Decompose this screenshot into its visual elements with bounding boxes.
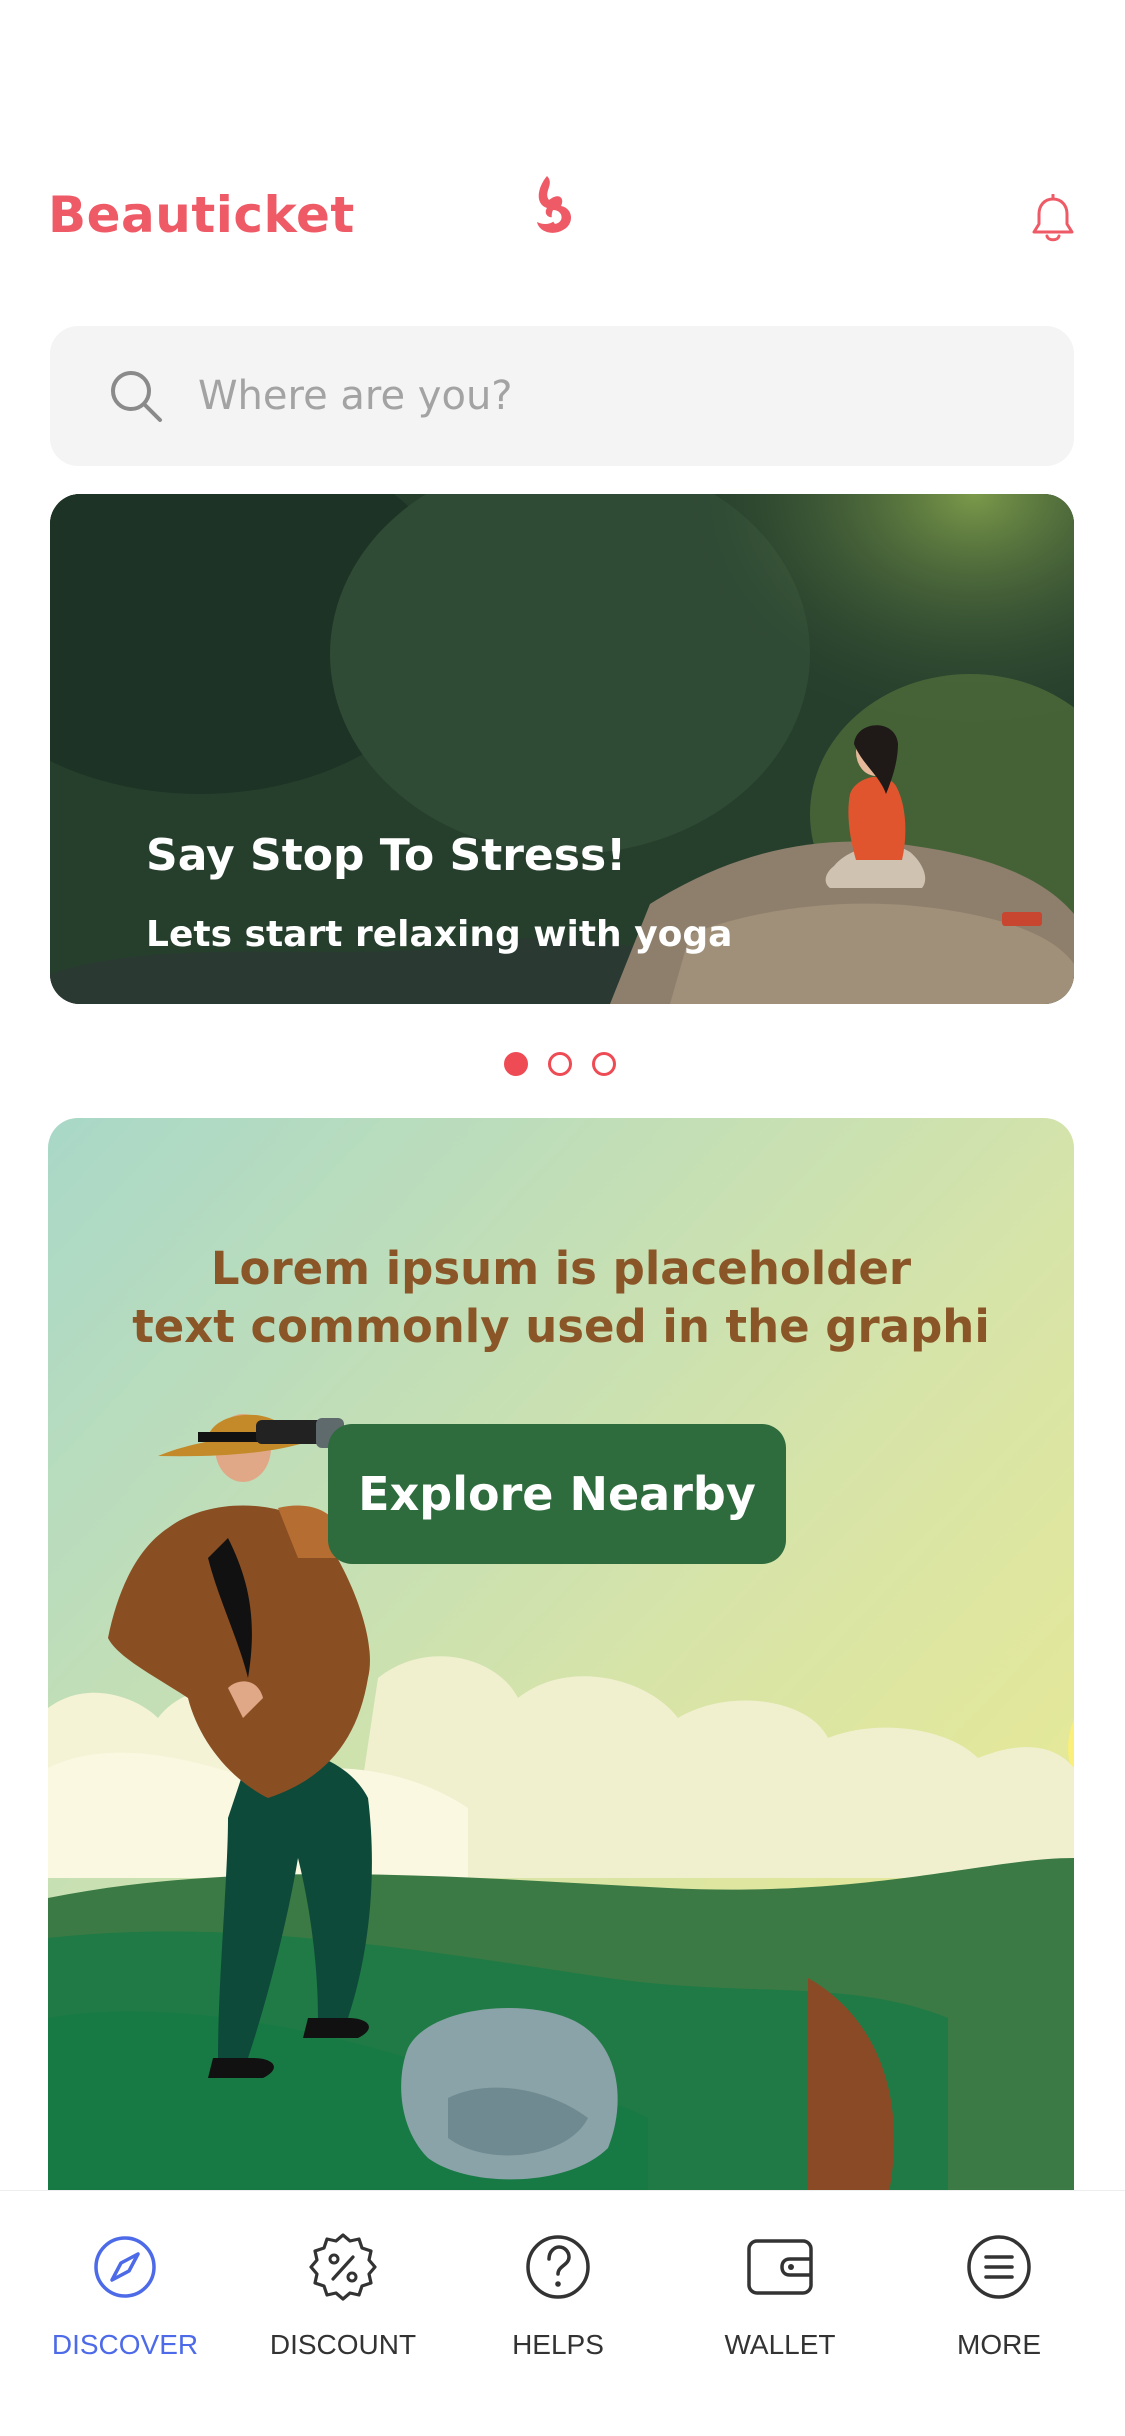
carousel-indicator: [500, 1052, 630, 1078]
tab-label: DISCOVER: [51, 2329, 199, 2360]
tab-helps[interactable]: HELPS: [458, 2191, 658, 2391]
tab-label: MORE: [957, 2329, 1041, 2360]
yoga-banner[interactable]: Say Stop To Stress! Lets start relaxing …: [50, 494, 1074, 1004]
search-bar[interactable]: [50, 326, 1074, 466]
compass-icon: [94, 2236, 156, 2298]
wallet-icon: [747, 2239, 813, 2295]
tab-label: DISCOUNT: [269, 2329, 417, 2360]
percent-badge-icon: [309, 2233, 377, 2301]
bottom-tab-bar: DISCOVER DISCOUNT HELPS WALLET MORE: [0, 2190, 1125, 2436]
explore-promo-card: Lorem ipsum is placeholder text commonly…: [48, 1118, 1074, 2198]
brand-logo-icon: [537, 176, 572, 233]
search-input[interactable]: [198, 356, 1018, 436]
explore-nearby-button[interactable]: Explore Nearby: [328, 1424, 786, 1564]
carousel-dot-2[interactable]: [548, 1052, 572, 1076]
tab-label: WALLET: [724, 2329, 836, 2360]
search-icon: [111, 371, 162, 422]
promo-text: Lorem ipsum is placeholder text commonly…: [48, 1240, 1074, 1356]
app-header: Beauticket: [0, 160, 1125, 270]
brand-name: Beauticket: [48, 186, 355, 244]
promo-text-line2: text commonly used in the graphi: [132, 1300, 990, 1353]
tab-more[interactable]: MORE: [899, 2191, 1099, 2391]
tab-label: HELPS: [512, 2329, 604, 2360]
tab-wallet[interactable]: WALLET: [680, 2191, 880, 2391]
promo-text-line1: Lorem ipsum is placeholder: [210, 1242, 912, 1295]
banner-title: Say Stop To Stress!: [146, 830, 627, 881]
bell-icon[interactable]: [1030, 194, 1076, 244]
carousel-dot-1[interactable]: [504, 1052, 528, 1076]
carousel-dot-3[interactable]: [592, 1052, 616, 1076]
menu-circle-icon: [967, 2235, 1031, 2299]
tab-discover[interactable]: DISCOVER: [25, 2191, 225, 2391]
question-circle-icon: [526, 2235, 590, 2299]
banner-subtitle: Lets start relaxing with yoga: [146, 914, 733, 955]
tab-discount[interactable]: DISCOUNT: [243, 2191, 443, 2391]
